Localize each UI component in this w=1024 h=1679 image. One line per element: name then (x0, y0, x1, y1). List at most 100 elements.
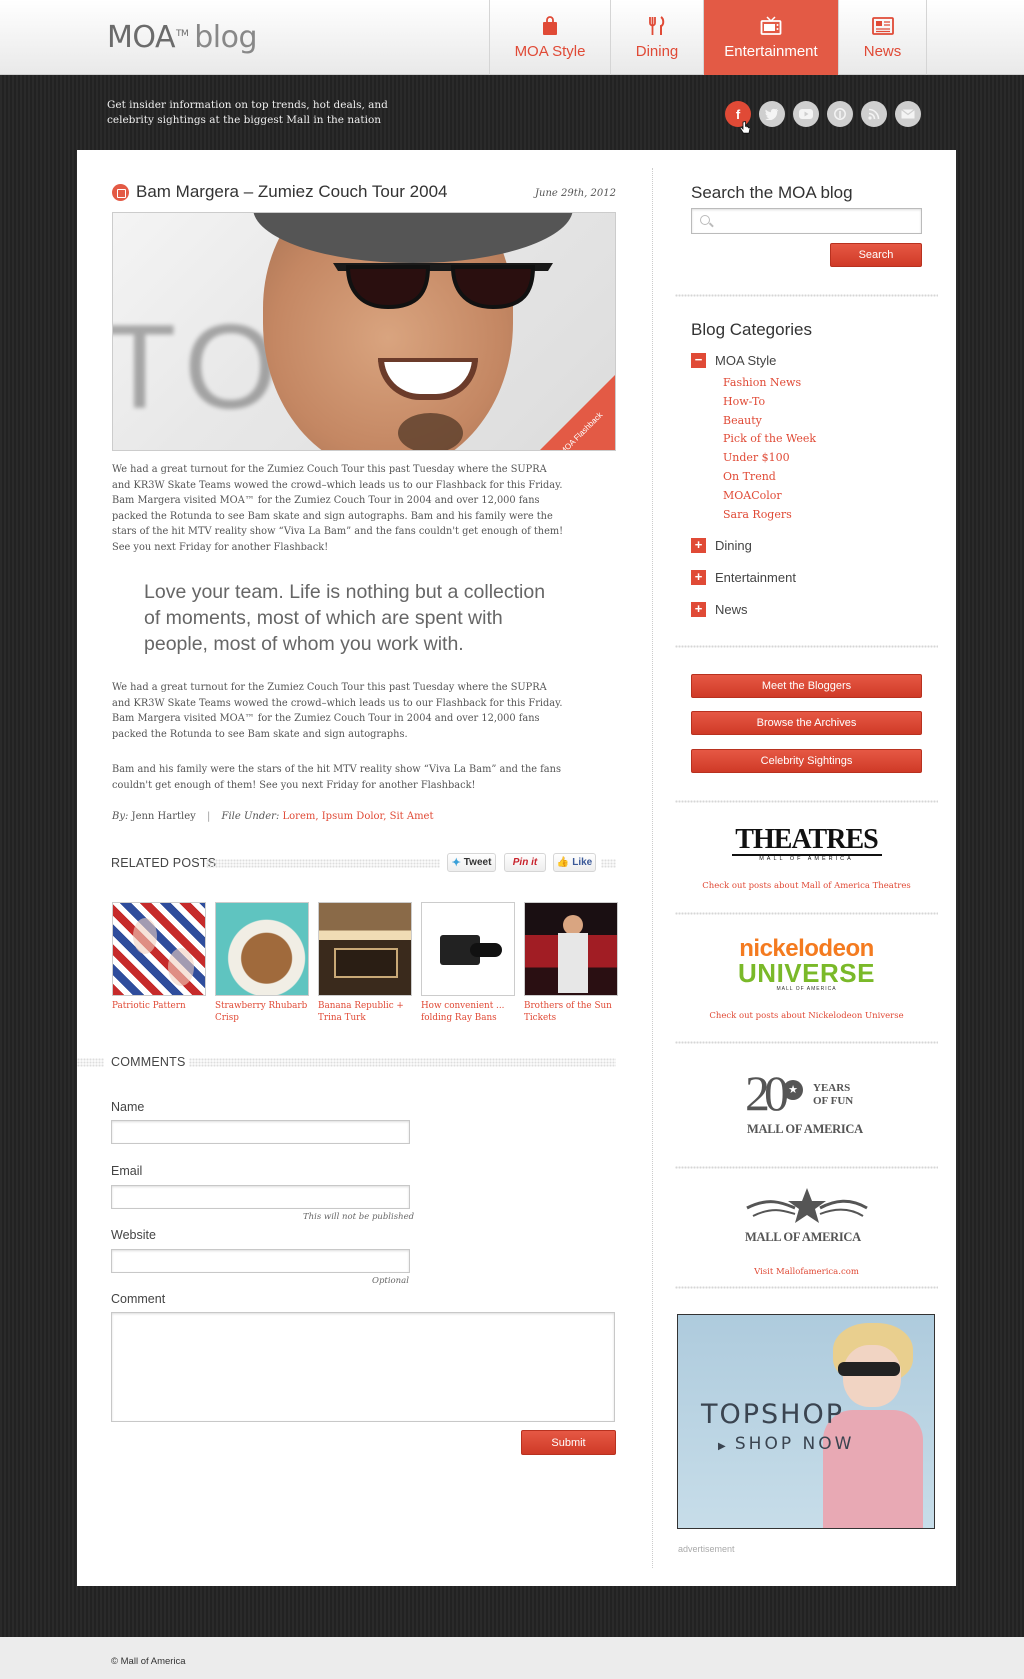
meet-bloggers-button[interactable]: Meet the Bloggers (691, 674, 922, 698)
related-caption[interactable]: Strawberry Rhubarb Crisp (215, 1000, 309, 1024)
topshop-ad[interactable]: TOPSHOP ▶ SHOP NOW (677, 1314, 935, 1529)
post-byline: By: Jenn Hartley | File Under: Lorem, Ip… (112, 811, 434, 822)
mallofamerica-link[interactable]: Visit Mallofamerica.com (675, 1267, 938, 1279)
subcategory-link[interactable]: Pick of the Week (723, 430, 816, 449)
name-label: Name (111, 1100, 145, 1114)
related-posts-heading: RELATED POSTS (111, 856, 217, 870)
subcategory-link[interactable]: MOAColor (723, 487, 816, 506)
sidebar-divider (675, 800, 938, 803)
subcategory-link[interactable]: Beauty (723, 412, 816, 431)
website-field[interactable] (111, 1249, 410, 1273)
heading-dotline (601, 859, 616, 868)
expand-icon[interactable]: + (691, 538, 706, 553)
logo-moa: MOA (107, 20, 176, 55)
star-icon: ★ (783, 1080, 803, 1100)
twitter-icon[interactable] (759, 101, 785, 127)
related-thumb-store (318, 902, 412, 996)
nickelodeon-universe-logo[interactable]: nickelodeon UNIVERSE MALL OF AMERICA (675, 937, 938, 993)
search-title: Search the MOA blog (691, 183, 853, 202)
pinterest-icon[interactable] (827, 101, 853, 127)
post-paragraph-2: We had a great turnout for the Zumiez Co… (112, 682, 563, 740)
subcategory-link[interactable]: Under $100 (723, 449, 816, 468)
shopping-bag-icon (539, 15, 561, 37)
website-label: Website (111, 1228, 156, 1242)
by-label: By: (112, 811, 129, 822)
related-post[interactable]: How convenient ... folding Ray Bans (421, 902, 515, 1024)
heading-dotline (206, 859, 440, 868)
name-field[interactable] (111, 1120, 410, 1144)
like-button[interactable]: 👍 Like (553, 853, 596, 872)
ad-brand: TOPSHOP (701, 1399, 845, 1430)
comment-field[interactable] (111, 1312, 615, 1422)
nav-entertainment[interactable]: Entertainment (704, 0, 839, 75)
file-under-label: File Under: (221, 811, 280, 822)
tweet-button[interactable]: ✦ Tweet (447, 853, 496, 872)
related-caption[interactable]: Brothers of the Sun Tickets (524, 1000, 618, 1024)
nickelodeon-caption[interactable]: Check out posts about Nickelodeon Univer… (675, 1011, 938, 1023)
newspaper-icon (871, 15, 894, 37)
logo-blog: blog (194, 20, 258, 55)
related-post[interactable]: Banana Republic + Trina Turk (318, 902, 412, 1024)
nav-label: MOA Style (514, 43, 586, 60)
youtube-icon[interactable] (793, 101, 819, 127)
post-hero-image: TO C MOA Flashback (112, 212, 616, 451)
website-note: Optional (372, 1276, 409, 1286)
site-tagline: Get insider information on top trends, h… (107, 99, 388, 126)
tv-icon (760, 15, 782, 37)
theatres-logo[interactable]: THEATRES MALL OF AMERICA (675, 826, 938, 862)
hero-goatee (398, 413, 463, 450)
email-note: This will not be published (303, 1212, 415, 1222)
sidebar-divider (675, 645, 938, 648)
category-news[interactable]: + News (691, 602, 748, 617)
advertisement-label: advertisement (678, 1544, 735, 1554)
pull-quote: Love your team. Life is nothing but a co… (144, 581, 546, 655)
search-input[interactable] (691, 208, 922, 234)
subcategory-link[interactable]: Sara Rogers (723, 506, 816, 525)
celebrity-sightings-button[interactable]: Celebrity Sightings (691, 749, 922, 773)
pin-it-button[interactable]: Pin it (504, 853, 546, 872)
subcategory-link[interactable]: How-To (723, 393, 816, 412)
collapse-icon[interactable]: − (691, 353, 706, 368)
category-moa-style[interactable]: − MOA Style (691, 353, 776, 368)
subcategory-link[interactable]: On Trend (723, 468, 816, 487)
category-dining[interactable]: + Dining (691, 538, 752, 553)
sidebar-divider (675, 912, 938, 915)
theatres-caption[interactable]: Check out posts about Mall of America Th… (675, 881, 938, 893)
subcategory-list: Fashion News How-To Beauty Pick of the W… (723, 374, 816, 524)
related-post[interactable]: Patriotic Pattern (112, 902, 206, 1024)
column-divider (652, 168, 653, 1568)
nav-moa-style[interactable]: MOA Style (490, 0, 611, 75)
subcategory-link[interactable]: Fashion News (723, 374, 816, 393)
mall-of-america-logo[interactable]: MALL OF AMERICA (745, 1186, 875, 1248)
nav-news[interactable]: News (839, 0, 927, 75)
expand-icon[interactable]: + (691, 570, 706, 585)
expand-icon[interactable]: + (691, 602, 706, 617)
related-post[interactable]: Strawberry Rhubarb Crisp (215, 902, 309, 1024)
top-bar: MOATM blog MOA Style Dining Entertainment… (0, 0, 1024, 75)
rss-icon[interactable] (861, 101, 887, 127)
email-icon[interactable] (895, 101, 921, 127)
email-field[interactable] (111, 1185, 410, 1209)
nav-dining[interactable]: Dining (611, 0, 704, 75)
play-arrow-icon: ▶ (718, 1441, 735, 1452)
hero-sunglasses (333, 263, 553, 310)
search-button[interactable]: Search (830, 243, 922, 267)
related-posts-list: Patriotic Pattern Strawberry Rhubarb Cri… (112, 902, 618, 1024)
browse-archives-button[interactable]: Browse the Archives (691, 711, 922, 735)
submit-button[interactable]: Submit (521, 1430, 616, 1455)
search-icon (700, 215, 710, 225)
twenty-years-logo[interactable]: 20 ★ YEARS OF FUN MALL OF AMERICA (745, 1068, 875, 1140)
post-title[interactable]: Bam Margera – Zumiez Couch Tour 2004 (136, 182, 448, 202)
post-tags[interactable]: Lorem, Ipsum Dolor, Sit Amet (283, 811, 434, 822)
related-caption[interactable]: Patriotic Pattern (112, 1000, 206, 1012)
related-caption[interactable]: How convenient ... folding Ray Bans (421, 1000, 515, 1024)
site-logo[interactable]: MOATM blog (107, 20, 258, 55)
heading-dotline (77, 1058, 104, 1067)
logo-tm: TM (176, 29, 189, 39)
category-entertainment[interactable]: + Entertainment (691, 570, 796, 585)
related-caption[interactable]: Banana Republic + Trina Turk (318, 1000, 412, 1024)
thumbs-up-icon: 👍 (556, 857, 570, 868)
nav-label: News (863, 43, 902, 60)
related-post[interactable]: Brothers of the Sun Tickets (524, 902, 618, 1024)
related-thumb-crisp (215, 902, 309, 996)
